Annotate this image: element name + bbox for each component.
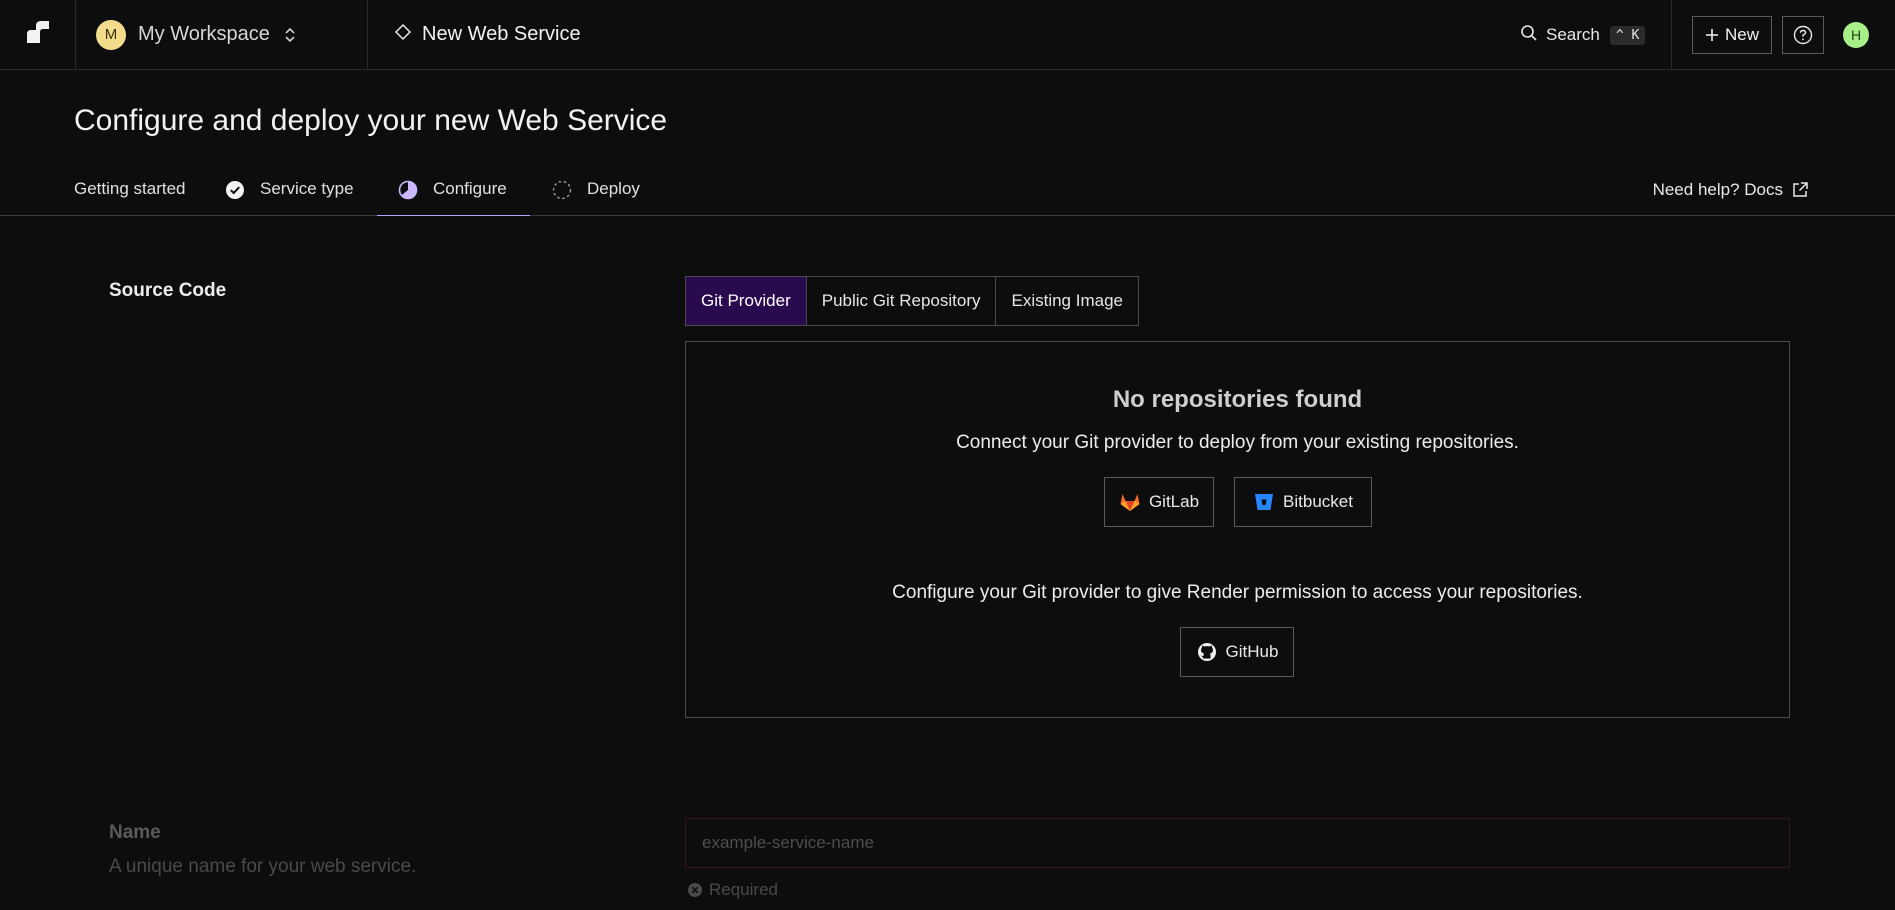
search-button[interactable]: Search ^ K [1520, 20, 1646, 50]
required-message: Required [687, 880, 778, 900]
topbar-divider [1671, 0, 1672, 70]
help-button[interactable] [1782, 16, 1824, 54]
new-button-label: New [1724, 25, 1759, 44]
docs-link[interactable]: Need help? Docs [1653, 180, 1809, 200]
check-circle-icon [224, 179, 246, 201]
page-title: Configure and deploy your new Web Servic… [74, 104, 668, 137]
dashed-circle-icon [551, 179, 573, 201]
step-deploy[interactable]: Deploy [551, 168, 640, 216]
step-getting-started[interactable]: Getting started [74, 168, 186, 216]
service-name-input[interactable] [685, 818, 1790, 868]
repositories-panel: No repositories found Connect your Git p… [685, 341, 1790, 718]
step-service-type[interactable]: Service type [224, 168, 354, 216]
search-label: Search [1546, 25, 1600, 44]
bitbucket-button[interactable]: Bitbucket [1234, 477, 1372, 527]
external-link-icon [1783, 181, 1809, 199]
docs-link-label: Need help? Docs [1652, 180, 1783, 199]
search-shortcut: ^ K [1609, 25, 1646, 45]
step-configure[interactable]: Configure [377, 168, 530, 216]
bitbucket-label: Bitbucket [1283, 492, 1353, 511]
required-label: Required [709, 880, 778, 899]
name-description: A unique name for your web service. [109, 856, 417, 877]
user-avatar[interactable]: H [1843, 22, 1869, 48]
workspace-avatar: M [96, 19, 126, 50]
breadcrumb-label: New Web Service [422, 23, 581, 45]
step-label: Configure [433, 179, 507, 198]
github-icon [1196, 641, 1218, 663]
step-label: Service type [260, 179, 354, 198]
render-logo-icon[interactable] [25, 19, 51, 50]
connect-text: Connect your Git provider to deploy from… [956, 432, 1519, 453]
gitlab-label: GitLab [1148, 492, 1200, 511]
workspace-name: My Workspace [138, 23, 270, 45]
source-tabs: Git Provider Public Git Repository Exist… [685, 276, 1139, 326]
new-button[interactable]: New [1692, 16, 1772, 54]
plus-icon [1705, 28, 1719, 42]
chevron-up-down-icon [284, 26, 296, 44]
half-circle-icon [397, 179, 419, 201]
name-label: Name [109, 822, 161, 843]
tab-public-git-repository[interactable]: Public Git Repository [807, 277, 997, 325]
step-label: Deploy [587, 179, 640, 198]
workspace-switcher[interactable]: M My Workspace [76, 0, 368, 70]
configure-text: Configure your Git provider to give Rend… [892, 582, 1583, 603]
x-circle-icon [687, 882, 703, 898]
diamond-icon [394, 23, 412, 46]
github-button[interactable]: GitHub [1180, 627, 1294, 677]
search-icon [1520, 24, 1538, 47]
tab-git-provider[interactable]: Git Provider [686, 277, 807, 325]
source-code-label: Source Code [109, 280, 227, 301]
logo-cell [0, 0, 76, 70]
github-label: GitHub [1225, 642, 1279, 661]
bitbucket-icon [1253, 491, 1275, 513]
tab-existing-image[interactable]: Existing Image [996, 277, 1138, 325]
gitlab-icon [1119, 491, 1141, 513]
progress-steps: Getting started Service type Configure D… [0, 168, 1895, 216]
no-repos-heading: No repositories found [1112, 386, 1363, 413]
step-label: Getting started [74, 179, 186, 198]
question-circle-icon [1793, 25, 1813, 45]
gitlab-button[interactable]: GitLab [1104, 477, 1214, 527]
breadcrumb: New Web Service [368, 0, 581, 70]
